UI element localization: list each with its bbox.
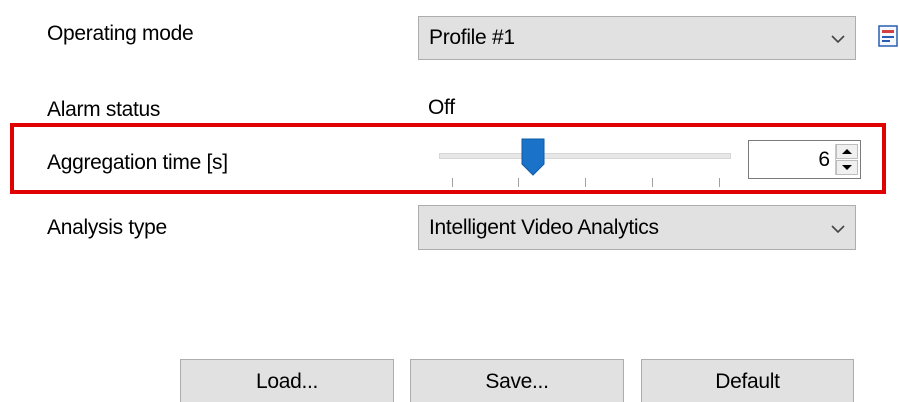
operating-mode-value: Profile #1 [429, 26, 515, 49]
aggregation-time-label: Aggregation time [s] [47, 151, 228, 174]
aggregation-time-value: 6 [818, 147, 830, 171]
operating-mode-label: Operating mode [47, 22, 194, 45]
alarm-status-label: Alarm status [47, 98, 161, 121]
analysis-type-label: Analysis type [47, 216, 167, 239]
aggregation-time-slider-thumb[interactable] [521, 138, 545, 176]
alarm-status-value: Off [428, 96, 455, 119]
triangle-up-icon [842, 149, 852, 154]
default-button[interactable]: Default [641, 359, 854, 402]
spin-down-button[interactable] [836, 160, 858, 175]
chevron-down-icon [831, 35, 845, 44]
chevron-down-icon [831, 224, 845, 233]
edit-profile-icon[interactable] [878, 24, 899, 48]
analysis-type-value: Intelligent Video Analytics [429, 215, 659, 239]
spin-buttons [835, 144, 858, 175]
triangle-down-icon [842, 165, 852, 170]
aggregation-time-spinbox[interactable]: 6 [748, 140, 861, 179]
slider-tick [652, 178, 653, 187]
slider-tick [518, 178, 519, 187]
aggregation-time-slider-track[interactable] [439, 153, 731, 159]
settings-panel: Operating mode Profile #1 Alarm status O… [0, 0, 899, 402]
slider-tick [585, 178, 586, 187]
slider-tick [719, 178, 720, 187]
operating-mode-select[interactable]: Profile #1 [418, 16, 856, 60]
slider-tick [452, 178, 453, 187]
save-button[interactable]: Save... [410, 359, 624, 402]
analysis-type-select[interactable]: Intelligent Video Analytics [418, 205, 856, 250]
load-button[interactable]: Load... [180, 359, 394, 402]
spin-up-button[interactable] [836, 144, 858, 159]
